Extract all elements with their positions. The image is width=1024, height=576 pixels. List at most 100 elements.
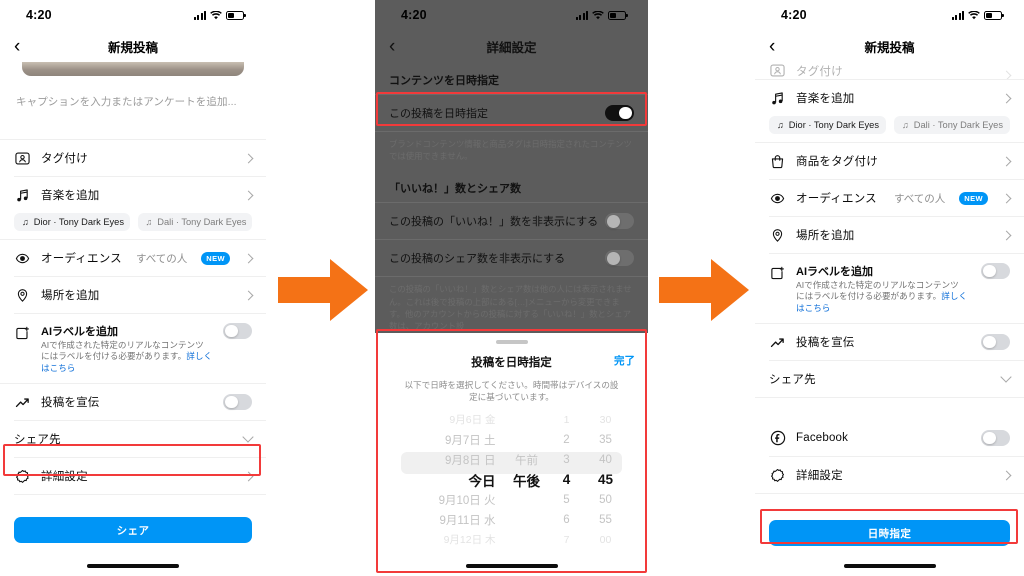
chevron-right-icon (1001, 156, 1012, 166)
row-label: Facebook (796, 432, 849, 445)
chevron-right-icon (243, 153, 254, 163)
row-schedule-post[interactable]: この投稿を日時指定 (375, 95, 648, 131)
ai-label-toggle[interactable] (981, 263, 1010, 279)
picker-hour: 4 (562, 472, 571, 488)
phone-panel-2: 4:20 ‹ 詳細設定 コンテンツを日時指定 この投稿を日時指定 ブランドコンテ… (375, 0, 648, 576)
schedule-post-toggle[interactable] (605, 105, 634, 121)
picker-row-selected[interactable]: 今日 午後 4 45 (375, 470, 648, 490)
row-promote-post[interactable]: 投稿を宣伝 (0, 384, 266, 420)
home-indicator (87, 564, 179, 568)
datetime-picker[interactable]: 9月6日 金 1 30 9月7日 土 2 35 9月8日 日 午前 3 40 今… (375, 410, 648, 546)
done-button[interactable]: 完了 (614, 353, 635, 368)
row-tag-people[interactable]: タグ付け (0, 140, 266, 176)
picker-row[interactable]: 9月8日 日 午前 3 40 (375, 450, 648, 470)
hide-shares-toggle[interactable] (605, 250, 634, 267)
picker-hour: 6 (563, 513, 570, 526)
page-title: 詳細設定 (486, 40, 537, 55)
row-label: 投稿を宣伝 (41, 397, 100, 410)
picker-date: 9月8日 日 (445, 454, 496, 467)
ai-label-icon (769, 265, 786, 282)
divider (755, 493, 1024, 495)
ai-label-toggle[interactable] (223, 323, 252, 339)
chevron-right-icon (1001, 230, 1012, 240)
hide-likes-toggle[interactable] (605, 213, 634, 230)
caption-placeholder[interactable]: キャプションを入力またはアンケートを追加... (0, 76, 266, 109)
row-hide-shares[interactable]: この投稿のシェア数を非表示にする (375, 240, 648, 276)
ai-label-text: AIラベルを追加 AIで作成された特定のリアルなコンテンツ にはラベルを付ける必… (796, 263, 971, 314)
row-label: オーディエンス (796, 193, 877, 205)
sheet-grabber[interactable] (495, 340, 528, 344)
row-label: オーディエンス (41, 253, 122, 265)
row-advanced-settings[interactable]: 詳細設定 (755, 457, 1024, 493)
flow-arrow-1 (278, 259, 368, 321)
row-hide-likes[interactable]: この投稿の「いいね！」数を非表示にする (375, 203, 648, 239)
music-suggestions: ♫ Dior · Tony Dark Eyes ♫ Dali · Tony Da… (755, 116, 1024, 142)
row-ai-label[interactable]: AIラベルを追加 AIで作成された特定のリアルなコンテンツ にはラベルを付ける必… (0, 314, 266, 383)
music-chip[interactable]: ♫ Dali · Tony Dark Eyes (894, 116, 1010, 134)
row-ai-label[interactable]: AIラベルを追加 AIで作成された特定のリアルなコンテンツ にはラベルを付ける必… (755, 254, 1024, 323)
picker-hour: 1 (563, 413, 570, 426)
chevron-down-icon (242, 431, 254, 443)
chevron-right-icon (1001, 93, 1012, 103)
music-note-icon (769, 90, 786, 107)
picker-row[interactable]: 9月10日 火 5 50 (375, 490, 648, 510)
chevron-right-icon (1001, 470, 1012, 480)
chevron-right-icon (243, 290, 254, 300)
picker-date: 9月7日 土 (445, 434, 496, 447)
picker-hour: 5 (563, 493, 570, 506)
row-add-music[interactable]: 音楽を追加 (755, 80, 1024, 116)
row-tag-products[interactable]: 商品をタグ付け (755, 143, 1024, 179)
picker-minute: 40 (599, 453, 612, 466)
back-button[interactable]: ‹ (389, 37, 395, 56)
row-promote-post[interactable]: 投稿を宣伝 (755, 324, 1024, 360)
picker-minute: 50 (599, 493, 612, 506)
status-icons (194, 10, 246, 20)
row-add-music[interactable]: 音楽を追加 (0, 177, 266, 213)
page-title: 新規投稿 (864, 40, 915, 55)
chevron-right-icon (243, 190, 254, 200)
nav-bar: ‹ 詳細設定 (375, 30, 648, 62)
row-advanced-settings[interactable]: 詳細設定 (0, 458, 266, 494)
picker-row[interactable]: 9月11日 水 6 55 (375, 510, 648, 530)
row-tag-people-partial[interactable]: タグ付け (755, 62, 1024, 79)
promote-toggle[interactable] (981, 334, 1010, 351)
music-chip[interactable]: ♫ Dali · Tony Dark Eyes (137, 213, 252, 231)
picker-row[interactable]: 9月12日 木 7 00 (375, 530, 648, 550)
row-add-location[interactable]: 場所を追加 (755, 217, 1024, 253)
picker-date: 今日 (468, 473, 496, 489)
back-button[interactable]: ‹ (769, 37, 775, 56)
row-label: この投稿のシェア数を非表示にする (389, 253, 566, 266)
sheet-title: 投稿を日時指定 (471, 357, 552, 369)
row-label: 詳細設定 (796, 470, 843, 483)
facebook-toggle[interactable] (981, 430, 1010, 447)
picker-row[interactable]: 9月7日 土 2 35 (375, 430, 648, 450)
row-label: タグ付け (41, 153, 88, 165)
share-button[interactable]: シェア (14, 517, 252, 544)
row-add-location[interactable]: 場所を追加 (0, 277, 266, 313)
music-chip[interactable]: ♫ Dior · Tony Dark Eyes (769, 116, 887, 134)
sheet-description: 以下で日時を選択してください。時間帯はデバイスの設定に基づいています。 (404, 380, 619, 403)
back-button[interactable]: ‹ (14, 37, 20, 56)
home-indicator (843, 564, 936, 568)
row-audience[interactable]: オーディエンス すべての人 NEW (0, 240, 266, 276)
ai-label-desc: AIで作成された特定のリアルなコンテンツ にはラベルを付ける必要があります。詳し… (41, 340, 213, 374)
gear-burst-icon (14, 468, 31, 485)
schedule-button[interactable]: 日時指定 (769, 520, 1010, 547)
row-label: 音楽を追加 (41, 190, 100, 202)
ai-desc-line2: にはラベルを付ける必要があります。 (41, 351, 187, 362)
schedule-note: ブランドコンテンツ情報と商品タグは日時指定されたコンテンツでは使用できません。 (389, 139, 632, 162)
promote-toggle[interactable] (223, 394, 252, 411)
music-note-icon: ♫ (777, 120, 784, 130)
picker-hour: 2 (563, 433, 570, 446)
screenshot-stage: 4:20 ‹ 新規投稿 キャプションを入力またはアンケートを追加... タグ付け (0, 0, 1024, 576)
picker-row[interactable]: 9月6日 金 1 30 (375, 410, 648, 430)
row-audience[interactable]: オーディエンス すべての人 NEW (755, 180, 1024, 216)
music-chip[interactable]: ♫ Dior · Tony Dark Eyes (14, 213, 130, 231)
music-note-icon (14, 187, 31, 204)
media-thumbnail[interactable] (22, 62, 244, 76)
picker-minute: 35 (599, 433, 612, 446)
row-share-to[interactable]: シェア先 (0, 421, 266, 457)
row-facebook[interactable]: Facebook (755, 420, 1024, 456)
picker-minute: 30 (599, 413, 612, 426)
row-share-to[interactable]: シェア先 (755, 361, 1024, 397)
